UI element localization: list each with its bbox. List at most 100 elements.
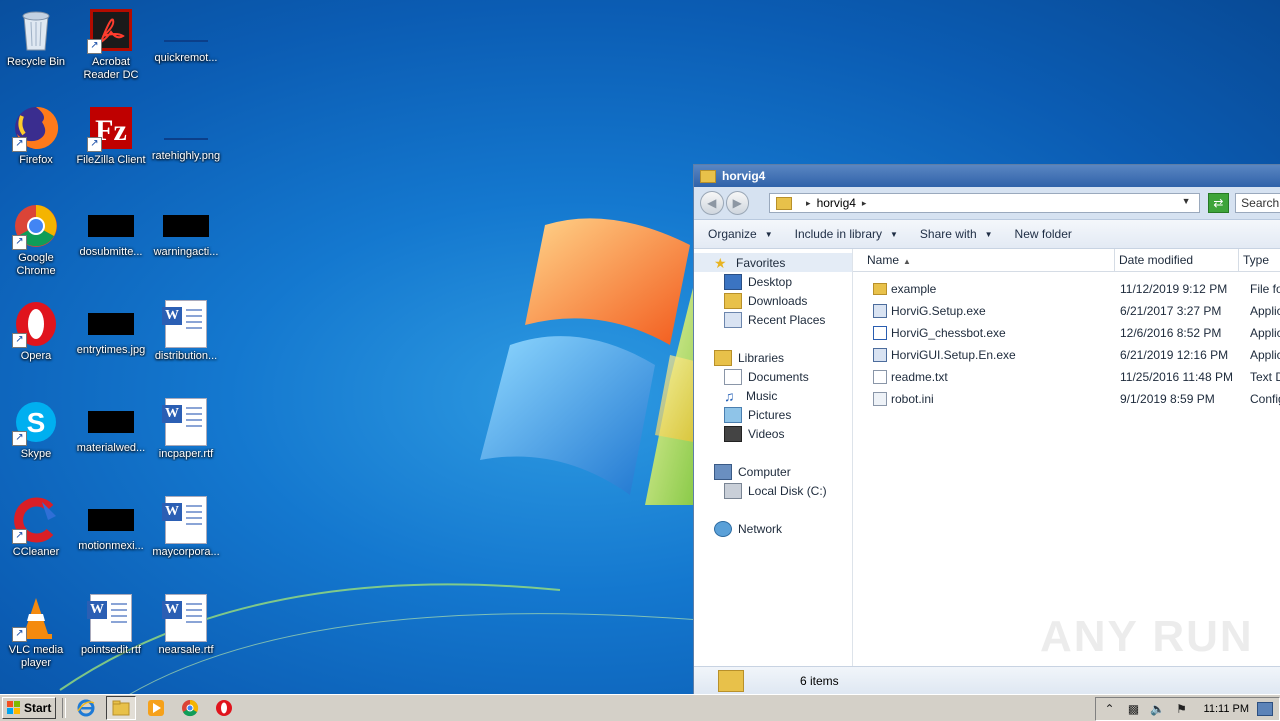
address-bar[interactable]: ▸ horvig4 ▸ ▼ bbox=[769, 193, 1200, 213]
star-icon: ★ bbox=[714, 254, 727, 271]
nav-item-downloads[interactable]: Downloads bbox=[694, 291, 852, 310]
taskbar-chrome[interactable] bbox=[176, 697, 204, 719]
ccleaner-icon: ↗ bbox=[12, 496, 60, 544]
desktop-icon-warningacti[interactable]: warningacti... bbox=[149, 198, 223, 259]
folder-icon bbox=[700, 169, 716, 183]
nav-item-local-disk[interactable]: Local Disk (C:) bbox=[694, 481, 852, 500]
refresh-button[interactable]: ⇄ bbox=[1207, 193, 1230, 213]
hard-drive-icon bbox=[724, 482, 742, 499]
desktop-icon-materialwed[interactable]: materialwed... bbox=[74, 394, 148, 455]
action-center-flag-icon[interactable]: ⚑ bbox=[1174, 701, 1190, 717]
media-player-icon bbox=[148, 700, 165, 716]
file-row-horvig-chessbot[interactable]: HorviG_chessbot.exe 12/6/2016 8:52 PM Ap… bbox=[853, 322, 1280, 344]
windows-logo-wallpaper bbox=[480, 218, 710, 505]
chevron-right-icon[interactable]: ▸ bbox=[806, 198, 811, 209]
file-thumbnail bbox=[164, 22, 208, 42]
internet-explorer-icon bbox=[77, 699, 95, 717]
share-with-button[interactable]: Share with ▼ bbox=[920, 227, 993, 241]
nav-item-documents[interactable]: Documents bbox=[694, 367, 852, 386]
nav-item-recent-places[interactable]: Recent Places bbox=[694, 310, 852, 329]
shortcut-arrow-icon: ↗ bbox=[12, 431, 27, 446]
anyrun-watermark: ANY RUN bbox=[1040, 612, 1254, 661]
folder-icon bbox=[776, 196, 793, 210]
application-icon bbox=[873, 326, 887, 340]
desktop-icon-opera[interactable]: ↗ Opera bbox=[0, 296, 73, 363]
desktop-icon-nearsale[interactable]: W nearsale.rtf bbox=[149, 590, 223, 657]
show-desktop-button[interactable] bbox=[1257, 702, 1273, 716]
folder-icon bbox=[718, 670, 744, 692]
desktop-icon-maycorpora[interactable]: W maycorpora... bbox=[149, 492, 223, 559]
system-tray: ⌃ ▩ 🔈 ⚑ 11:11 PM bbox=[1094, 697, 1280, 721]
nav-item-libraries[interactable]: Libraries bbox=[694, 348, 852, 367]
file-list: Name ▲ Date modified Type example 11/12/2… bbox=[853, 249, 1280, 667]
opera-icon: ↗ bbox=[12, 300, 60, 348]
desktop-icon-dosubmitte[interactable]: dosubmitte... bbox=[74, 198, 148, 259]
desktop-icon-pointsedit[interactable]: W pointsedit.rtf bbox=[74, 590, 148, 657]
desktop-icon-distribution[interactable]: W distribution... bbox=[149, 296, 223, 363]
settings-file-icon bbox=[873, 392, 887, 406]
network-status-icon[interactable]: ▩ bbox=[1126, 701, 1142, 717]
file-row-horvigui-setup[interactable]: HorviGUI.Setup.En.exe 6/21/2019 12:16 PM… bbox=[853, 344, 1280, 366]
breadcrumb-horvig4[interactable]: horvig4 bbox=[817, 196, 856, 210]
new-folder-button[interactable]: New folder bbox=[1015, 227, 1072, 241]
volume-icon[interactable]: 🔈 bbox=[1150, 701, 1166, 717]
chevron-down-icon[interactable]: ▼ bbox=[1182, 196, 1191, 206]
status-bar: 6 items bbox=[694, 666, 1280, 695]
desktop-icon-firefox[interactable]: ↗ Firefox bbox=[0, 100, 73, 167]
column-header-date[interactable]: Date modified bbox=[1115, 249, 1239, 271]
desktop-icon-acrobat-reader[interactable]: ↗ Acrobat Reader DC bbox=[74, 2, 148, 82]
desktop-icon-ratehighly[interactable]: ratehighly.png bbox=[149, 100, 223, 163]
desktop-icon-entrytimes[interactable]: entrytimes.jpg bbox=[74, 296, 148, 357]
desktop-icon-incpaper[interactable]: W incpaper.rtf bbox=[149, 394, 223, 461]
column-header-name[interactable]: Name ▲ bbox=[853, 249, 1115, 271]
desktop-icon-recycle-bin[interactable]: Recycle Bin bbox=[0, 2, 73, 69]
installer-icon bbox=[873, 348, 887, 362]
shortcut-arrow-icon: ↗ bbox=[87, 137, 102, 152]
nav-item-desktop[interactable]: Desktop bbox=[694, 272, 852, 291]
desktop-icon-ccleaner[interactable]: ↗ CCleaner bbox=[0, 492, 73, 559]
desktop-icon-skype[interactable]: S ↗ Skype bbox=[0, 394, 73, 461]
desktop-icon-google-chrome[interactable]: ↗ Google Chrome bbox=[0, 198, 73, 278]
shortcut-arrow-icon: ↗ bbox=[87, 39, 102, 54]
taskbar-opera[interactable] bbox=[210, 697, 238, 719]
column-header-type[interactable]: Type bbox=[1239, 249, 1279, 271]
file-row-robot-ini[interactable]: robot.ini 9/1/2019 8:59 PM Config bbox=[853, 388, 1280, 410]
taskbar-media-player[interactable] bbox=[142, 697, 170, 719]
nav-item-music[interactable]: ♫ Music bbox=[694, 386, 852, 405]
desktop-icon-motionmexi[interactable]: motionmexi... bbox=[74, 492, 148, 553]
recent-places-icon bbox=[724, 311, 742, 328]
command-bar: Organize ▼ Include in library ▼ Share with… bbox=[694, 220, 1280, 249]
nav-item-pictures[interactable]: Pictures bbox=[694, 405, 852, 424]
taskbar: Start ⌃ ▩ 🔈 ⚑ 11:11 PM bbox=[0, 694, 1280, 721]
chevron-down-icon: ▼ bbox=[984, 229, 993, 239]
sort-up-icon: ▲ bbox=[903, 257, 911, 266]
desktop-icon-filezilla[interactable]: Fz ↗ FileZilla Client bbox=[74, 100, 148, 167]
taskbar-file-explorer[interactable] bbox=[106, 696, 137, 720]
start-button[interactable]: Start bbox=[2, 697, 57, 719]
include-in-library-button[interactable]: Include in library ▼ bbox=[795, 227, 898, 241]
file-thumbnail bbox=[163, 215, 209, 237]
nav-item-favorites[interactable]: ★ Favorites bbox=[694, 253, 852, 272]
file-thumbnail bbox=[88, 509, 134, 531]
chevron-up-icon[interactable]: ⌃ bbox=[1102, 701, 1118, 717]
desktop-icon-vlc[interactable]: ↗ VLC media player bbox=[0, 590, 73, 670]
taskbar-internet-explorer[interactable] bbox=[72, 697, 100, 719]
organize-button[interactable]: Organize ▼ bbox=[708, 227, 773, 241]
shortcut-arrow-icon: ↗ bbox=[12, 627, 27, 642]
image-thumbnail bbox=[164, 120, 208, 140]
window-titlebar[interactable]: horvig4 bbox=[694, 165, 1280, 187]
file-row-readme[interactable]: readme.txt 11/25/2016 11:48 PM Text D bbox=[853, 366, 1280, 388]
search-input[interactable]: Search bbox=[1235, 193, 1280, 213]
item-count: 6 items bbox=[800, 674, 839, 688]
clock[interactable]: 11:11 PM bbox=[1204, 703, 1249, 715]
file-row-example[interactable]: example 11/12/2019 9:12 PM File fo bbox=[853, 278, 1280, 300]
nav-item-computer[interactable]: Computer bbox=[694, 462, 852, 481]
nav-item-network[interactable]: Network bbox=[694, 519, 852, 538]
back-button[interactable]: ◀ bbox=[700, 191, 724, 215]
nav-item-videos[interactable]: Videos bbox=[694, 424, 852, 443]
desktop-icon-quickremot[interactable]: quickremot... bbox=[149, 2, 223, 65]
chevron-right-icon[interactable]: ▸ bbox=[862, 198, 867, 209]
forward-button[interactable]: ▶ bbox=[725, 191, 750, 215]
file-row-horvig-setup[interactable]: HorviG.Setup.exe 6/21/2017 3:27 PM Appli… bbox=[853, 300, 1280, 322]
opera-icon bbox=[216, 700, 233, 716]
